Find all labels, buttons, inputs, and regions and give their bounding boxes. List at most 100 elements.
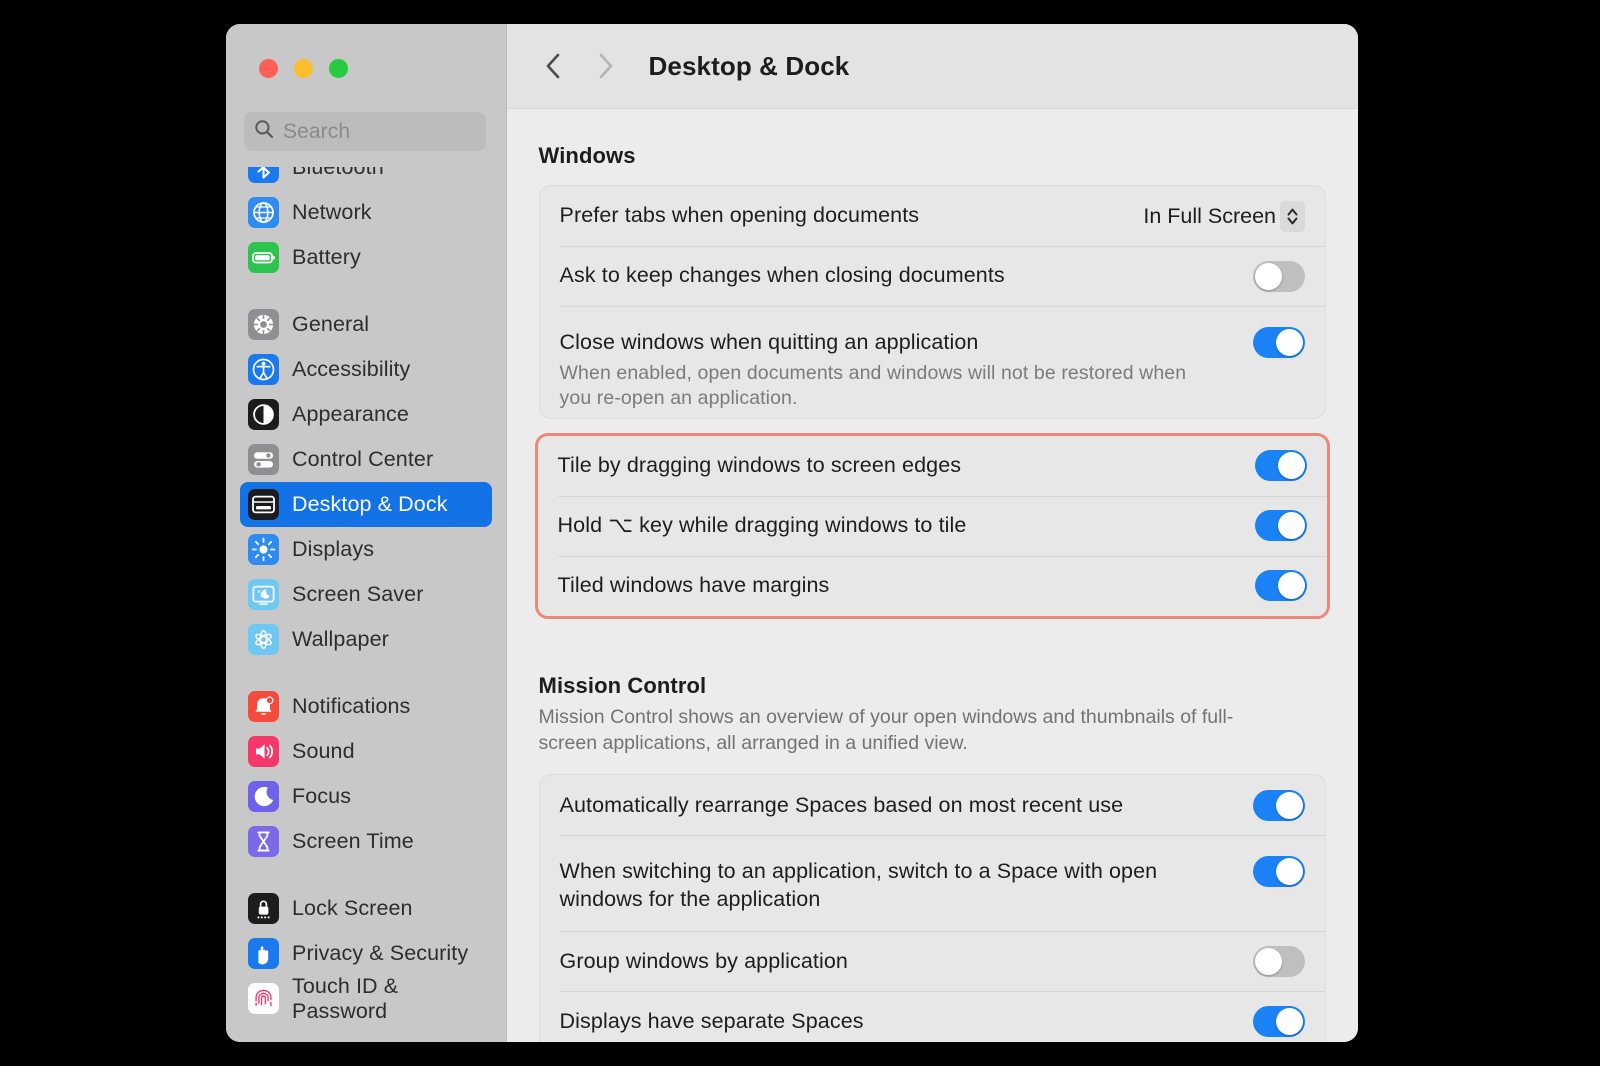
toolbar: Desktop & Dock — [506, 24, 1358, 109]
sidebar-item-label: Sound — [292, 739, 355, 763]
row-label: Prefer tabs when opening documents — [559, 203, 920, 228]
chevron-updown-icon — [1280, 200, 1305, 232]
row-switch-to-space[interactable]: When switching to an application, switch… — [540, 835, 1325, 931]
sidebar-item-label: Displays — [292, 537, 375, 561]
sidebar-item-label: Battery — [292, 245, 361, 269]
ask-keep-changes-toggle[interactable] — [1253, 260, 1305, 292]
sidebar-item-label: Network — [292, 200, 372, 224]
search-input-placeholder[interactable]: Search — [283, 120, 350, 144]
sidebar-item-screen-saver[interactable]: Screen Saver — [240, 572, 492, 617]
search-container: Search — [226, 112, 506, 167]
displays-icon — [248, 534, 279, 565]
notifications-icon — [248, 691, 279, 722]
bluetooth-icon — [248, 167, 279, 183]
sidebar-item-label: Notifications — [292, 694, 411, 718]
sidebar-item-desktop-dock[interactable]: Desktop & Dock — [240, 482, 492, 527]
sidebar-item-privacy-security[interactable]: Privacy & Security — [240, 931, 492, 976]
sidebar-item-control-center[interactable]: Control Center — [240, 437, 492, 482]
sidebar-item-network[interactable]: Network — [240, 190, 492, 235]
sidebar-group-separator — [240, 280, 492, 302]
switch-to-space-toggle[interactable] — [1253, 856, 1305, 888]
sidebar-item-displays[interactable]: Displays — [240, 527, 492, 572]
sidebar-item-label: Appearance — [292, 402, 409, 426]
tile-by-dragging-toggle[interactable] — [1255, 450, 1307, 482]
row-label: When switching to an application, switch… — [559, 859, 1158, 912]
sidebar-item-battery[interactable]: Battery — [240, 235, 492, 280]
touch-id-icon — [248, 983, 279, 1014]
page-title: Desktop & Dock — [648, 50, 850, 81]
sidebar: Search Bluetooth Network Battery General Acc… — [226, 24, 507, 1042]
system-settings-window: Search Bluetooth Network Battery General Acc… — [226, 24, 1358, 1042]
focus-icon — [248, 781, 279, 812]
sidebar-item-screen-time[interactable]: Screen Time — [240, 819, 492, 864]
close-windows-quitting-toggle[interactable] — [1253, 327, 1305, 358]
settings-content: Windows Prefer tabs when opening documen… — [507, 109, 1358, 1042]
toggle-knob — [1255, 947, 1282, 975]
windows-section-heading: Windows — [538, 143, 636, 168]
displays-separate-spaces-toggle[interactable] — [1253, 1005, 1305, 1037]
row-tile-by-dragging[interactable]: Tile by dragging windows to screen edges — [538, 436, 1327, 496]
row-tiled-windows-margins[interactable]: Tiled windows have margins — [538, 555, 1327, 616]
zoom-window-button[interactable] — [329, 58, 348, 78]
sidebar-item-label: Screen Time — [292, 829, 414, 853]
sidebar-item-sound[interactable]: Sound — [240, 729, 492, 774]
row-close-windows-quitting[interactable]: Close windows when quitting an applicati… — [540, 306, 1325, 418]
chevron-left-icon — [546, 53, 560, 79]
sidebar-group-separator — [240, 662, 492, 684]
privacy-security-icon — [248, 938, 279, 969]
row-label: Close windows when quitting an applicati… — [560, 323, 1253, 418]
sidebar-item-label: Wallpaper — [292, 627, 389, 651]
network-icon — [248, 197, 279, 228]
desktop-dock-icon — [248, 489, 279, 520]
close-window-button[interactable] — [259, 58, 278, 78]
sidebar-item-touch-id-password[interactable]: Touch ID & Password — [240, 973, 492, 1023]
row-auto-rearrange-spaces[interactable]: Automatically rearrange Spaces based on … — [540, 775, 1325, 835]
row-label: Displays have separate Spaces — [559, 1008, 864, 1033]
forward-button[interactable] — [583, 43, 629, 89]
row-prefer-tabs[interactable]: Prefer tabs when opening documents In Fu… — [540, 186, 1325, 246]
row-label: Tile by dragging windows to screen edges — [557, 452, 962, 477]
popup-value: In Full Screen — [1143, 203, 1276, 228]
toggle-knob — [1276, 1007, 1303, 1035]
hold-option-key-toggle[interactable] — [1255, 510, 1307, 542]
sidebar-item-bluetooth[interactable]: Bluetooth — [240, 167, 492, 190]
auto-rearrange-spaces-toggle[interactable] — [1253, 789, 1305, 821]
sidebar-item-label: Accessibility — [292, 357, 411, 381]
sidebar-item-appearance[interactable]: Appearance — [240, 392, 492, 437]
sidebar-item-label: Privacy & Security — [292, 941, 469, 965]
battery-icon — [248, 242, 279, 273]
row-displays-separate-spaces[interactable]: Displays have separate Spaces — [540, 991, 1325, 1042]
row-ask-keep-changes[interactable]: Ask to keep changes when closing documen… — [540, 246, 1325, 306]
accessibility-icon — [248, 354, 279, 385]
toggle-knob — [1278, 572, 1305, 600]
row-label: Automatically rearrange Spaces based on … — [559, 792, 1124, 817]
prefer-tabs-popup-button[interactable]: In Full Screen — [1143, 200, 1305, 232]
chevron-right-icon — [599, 53, 613, 79]
search-field[interactable]: Search — [244, 112, 486, 151]
wallpaper-icon — [248, 624, 279, 655]
sidebar-item-accessibility[interactable]: Accessibility — [240, 347, 492, 392]
sidebar-item-label: Control Center — [292, 447, 434, 471]
sidebar-item-notifications[interactable]: Notifications — [240, 684, 492, 729]
row-label: Hold ⌥ key while dragging windows to til… — [557, 512, 967, 537]
screen-saver-icon — [248, 579, 279, 610]
sidebar-item-general[interactable]: General — [240, 302, 492, 347]
sidebar-scroll-area[interactable]: Bluetooth Network Battery General Accessibil… — [226, 167, 506, 1042]
row-sublabel: When enabled, open documents and windows… — [559, 361, 1187, 410]
row-group-windows[interactable]: Group windows by application — [540, 931, 1325, 991]
toggle-knob — [1276, 858, 1303, 886]
back-button[interactable] — [531, 43, 577, 89]
row-hold-option-key[interactable]: Hold ⌥ key while dragging windows to til… — [538, 495, 1327, 556]
sidebar-item-label: Touch ID & Password — [292, 973, 399, 1023]
sidebar-item-wallpaper[interactable]: Wallpaper — [240, 617, 492, 662]
traffic-light-buttons — [226, 24, 506, 112]
tiled-windows-margins-toggle[interactable] — [1255, 570, 1307, 602]
sidebar-item-focus[interactable]: Focus — [240, 774, 492, 819]
sidebar-item-label: Focus — [292, 784, 352, 808]
sidebar-item-lock-screen[interactable]: Lock Screen — [240, 886, 492, 931]
sidebar-item-list: Bluetooth Network Battery General Accessibil… — [240, 167, 492, 1023]
group-windows-toggle[interactable] — [1253, 945, 1305, 977]
sidebar-group-separator — [240, 864, 492, 886]
minimize-window-button[interactable] — [294, 58, 313, 78]
